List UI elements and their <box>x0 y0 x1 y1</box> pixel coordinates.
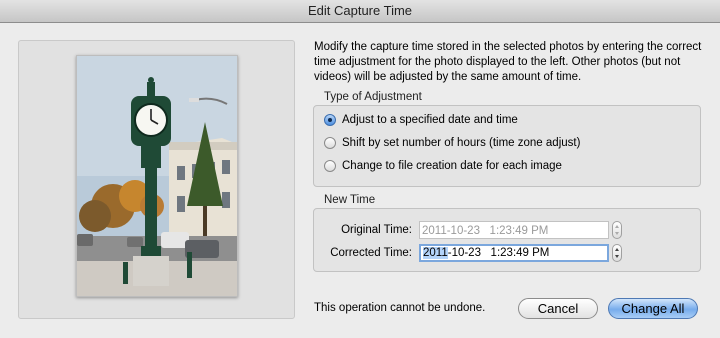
radio-label-file-creation-date: Change to file creation date for each im… <box>342 160 562 172</box>
original-time-stepper <box>612 221 622 239</box>
original-time-field: 2011-10-23 1:23:49 PM <box>419 221 609 239</box>
radio-button[interactable] <box>324 137 336 149</box>
window-title: Edit Capture Time <box>0 0 720 23</box>
photo-preview-panel <box>18 40 295 319</box>
adjustment-group-label: Type of Adjustment <box>324 91 422 103</box>
cancel-button[interactable]: Cancel <box>518 298 598 319</box>
edit-capture-time-dialog: Edit Capture Time Modify the capture tim… <box>0 0 720 338</box>
corrected-time-label: Corrected Time: <box>330 247 412 259</box>
undo-warning: This operation cannot be undone. <box>314 302 486 314</box>
radio-button[interactable] <box>324 160 336 172</box>
radio-adjust-specified[interactable]: Adjust to a specified date and time <box>324 111 518 129</box>
radio-file-creation-date[interactable]: Change to file creation date for each im… <box>324 157 562 175</box>
corrected-time-stepper[interactable] <box>612 244 622 262</box>
original-time-label: Original Time: <box>341 224 412 236</box>
radio-shift-hours[interactable]: Shift by set number of hours (time zone … <box>324 134 580 152</box>
street-clock-photo <box>77 56 237 296</box>
dialog-description: Modify the capture time stored in the se… <box>314 41 702 83</box>
corrected-time-field[interactable]: 2011-10-23 1:23:49 PM <box>419 244 609 262</box>
radio-button-selected[interactable] <box>324 114 336 126</box>
change-all-button[interactable]: Change All <box>608 298 698 319</box>
corrected-time-selected-year: 2011 <box>423 247 448 259</box>
new-time-group-label: New Time <box>324 194 376 206</box>
photo-thumbnail <box>76 55 238 297</box>
corrected-time-rest: -10-23 1:23:49 PM <box>447 247 550 259</box>
radio-label-adjust-specified: Adjust to a specified date and time <box>342 114 518 126</box>
new-time-group-box <box>313 208 701 272</box>
radio-label-shift-hours: Shift by set number of hours (time zone … <box>342 137 581 149</box>
